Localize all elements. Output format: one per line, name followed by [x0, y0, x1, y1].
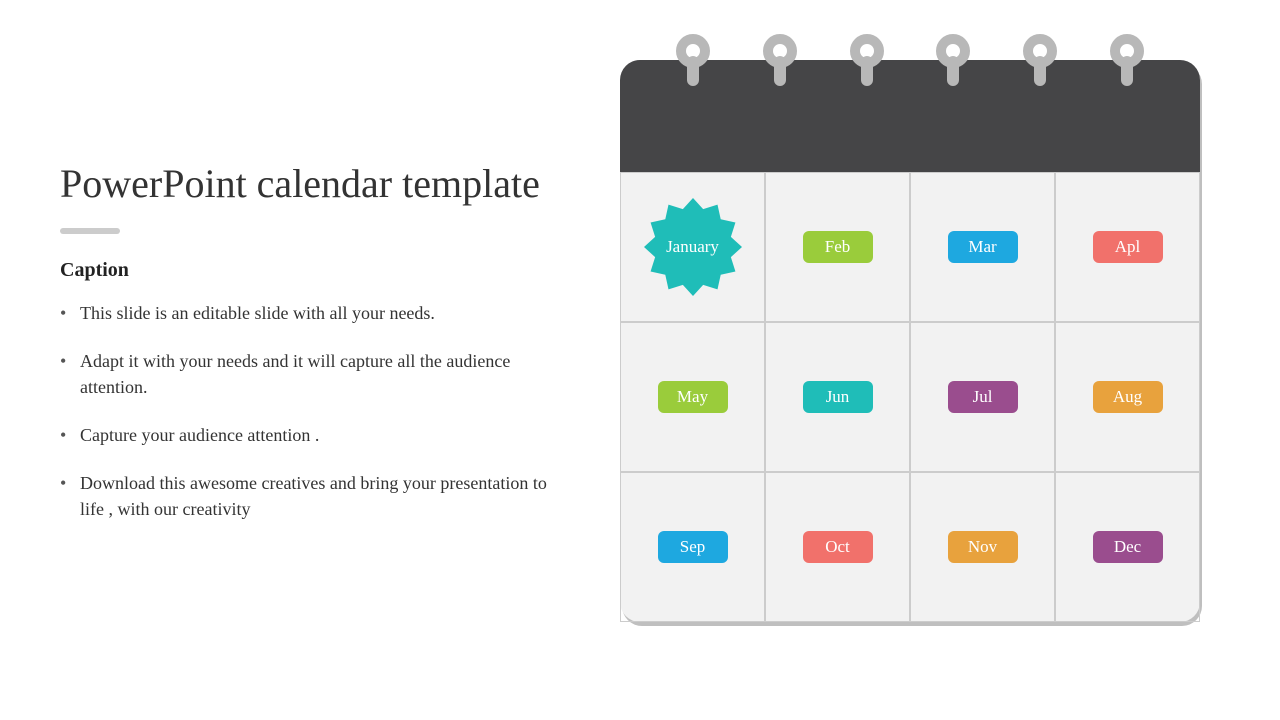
calendar-graphic: January Feb Mar Apl May Jun Jul Aug Sep Oct Nov Dec [620, 60, 1200, 622]
month-cell: Jun [765, 322, 910, 472]
caption-label: Caption [60, 259, 560, 282]
month-cell: Aug [1055, 322, 1200, 472]
month-label: Nov [948, 531, 1018, 563]
slide-title: PowerPoint calendar template [60, 160, 560, 208]
month-label: Apl [1093, 231, 1163, 263]
month-cell: Sep [620, 472, 765, 622]
month-label: May [658, 381, 728, 413]
month-highlight-badge: January [644, 198, 742, 296]
title-underline [60, 228, 120, 234]
month-cell: Jul [910, 322, 1055, 472]
ring-icon [935, 34, 971, 84]
month-label: Jul [948, 381, 1018, 413]
bullet-item: This slide is an editable slide with all… [60, 300, 560, 326]
month-label: Mar [948, 231, 1018, 263]
bullet-item: Download this awesome creatives and brin… [60, 470, 560, 522]
month-grid: January Feb Mar Apl May Jun Jul Aug Sep Oct Nov Dec [620, 172, 1200, 622]
month-label: Dec [1093, 531, 1163, 563]
text-panel: PowerPoint calendar template Caption Thi… [60, 160, 560, 545]
month-cell: Apl [1055, 172, 1200, 322]
month-label: Aug [1093, 381, 1163, 413]
ring-icon [675, 34, 711, 84]
month-cell: Feb [765, 172, 910, 322]
month-cell: Dec [1055, 472, 1200, 622]
calendar-body: January Feb Mar Apl May Jun Jul Aug Sep Oct Nov Dec [620, 60, 1200, 622]
month-cell: January [620, 172, 765, 322]
binding-rings [620, 34, 1200, 84]
bullet-item: Capture your audience attention . [60, 422, 560, 448]
ring-icon [1109, 34, 1145, 84]
month-label: Sep [658, 531, 728, 563]
month-cell: Nov [910, 472, 1055, 622]
month-label: Oct [803, 531, 873, 563]
ring-icon [762, 34, 798, 84]
month-cell: Oct [765, 472, 910, 622]
month-cell: Mar [910, 172, 1055, 322]
ring-icon [1022, 34, 1058, 84]
month-label: Feb [803, 231, 873, 263]
bullet-list: This slide is an editable slide with all… [60, 300, 560, 523]
month-label: Jun [803, 381, 873, 413]
month-cell: May [620, 322, 765, 472]
month-label: January [666, 237, 719, 257]
ring-icon [849, 34, 885, 84]
bullet-item: Adapt it with your needs and it will cap… [60, 348, 560, 400]
